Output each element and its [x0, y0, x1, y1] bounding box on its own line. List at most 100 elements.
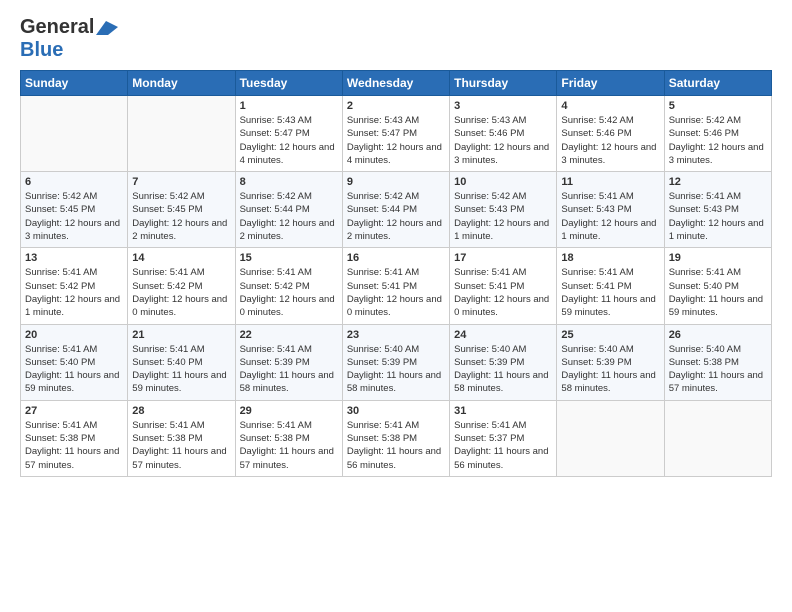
day-number: 18: [561, 252, 659, 264]
calendar-cell: 10 Sunrise: 5:42 AM Sunset: 5:43 PM Dayli…: [450, 172, 557, 248]
day-info: Sunrise: 5:41 AM Sunset: 5:38 PM Dayligh…: [347, 419, 445, 472]
calendar-cell: 1Sunrise: 5:43 AM Sunset: 5:47 PM Daylig…: [235, 96, 342, 172]
calendar-cell: 13Sunrise: 5:41 AM Sunset: 5:42 PM Dayli…: [21, 248, 128, 324]
day-number: 7: [132, 176, 230, 188]
page-header: General Blue: [20, 16, 772, 62]
day-info: Sunrise: 5:42 AM Sunset: 5:43 PM Dayligh…: [454, 190, 552, 243]
day-info: Sunrise: 5:40 AM Sunset: 5:38 PM Dayligh…: [669, 343, 767, 396]
calendar-cell: 11Sunrise: 5:41 AM Sunset: 5:43 PM Dayli…: [557, 172, 664, 248]
calendar-cell: 2 Sunrise: 5:43 AM Sunset: 5:47 PM Daylig…: [342, 96, 449, 172]
calendar-cell: 15Sunrise: 5:41 AM Sunset: 5:42 PM Dayli…: [235, 248, 342, 324]
day-info: Sunrise: 5:43 AM Sunset: 5:46 PM Dayligh…: [454, 114, 552, 167]
day-header-wednesday: Wednesday: [342, 71, 449, 96]
calendar-cell: 9 Sunrise: 5:42 AM Sunset: 5:44 PM Daylig…: [342, 172, 449, 248]
day-info: Sunrise: 5:41 AM Sunset: 5:42 PM Dayligh…: [240, 266, 338, 319]
day-number: 14: [132, 252, 230, 264]
day-header-sunday: Sunday: [21, 71, 128, 96]
day-header-thursday: Thursday: [450, 71, 557, 96]
day-number: 30: [347, 405, 445, 417]
day-info: Sunrise: 5:41 AM Sunset: 5:42 PM Dayligh…: [132, 266, 230, 319]
day-info: Sunrise: 5:41 AM Sunset: 5:42 PM Dayligh…: [25, 266, 123, 319]
calendar-cell: 22Sunrise: 5:41 AM Sunset: 5:39 PM Dayli…: [235, 324, 342, 400]
calendar-cell: 19 Sunrise: 5:41 AM Sunset: 5:40 PM Dayli…: [664, 248, 771, 324]
day-info: Sunrise: 5:41 AM Sunset: 5:43 PM Dayligh…: [669, 190, 767, 243]
day-number: 24: [454, 329, 552, 341]
day-number: 9: [347, 176, 445, 188]
calendar-cell: 26Sunrise: 5:40 AM Sunset: 5:38 PM Dayli…: [664, 324, 771, 400]
day-number: 23: [347, 329, 445, 341]
day-number: 11: [561, 176, 659, 188]
day-number: 4: [561, 100, 659, 112]
calendar-cell: 7 Sunrise: 5:42 AM Sunset: 5:45 PM Daylig…: [128, 172, 235, 248]
day-number: 21: [132, 329, 230, 341]
day-info: Sunrise: 5:40 AM Sunset: 5:39 PM Dayligh…: [454, 343, 552, 396]
day-number: 17: [454, 252, 552, 264]
calendar-week-5: 27 Sunrise: 5:41 AM Sunset: 5:38 PM Dayli…: [21, 400, 772, 476]
day-info: Sunrise: 5:42 AM Sunset: 5:46 PM Dayligh…: [561, 114, 659, 167]
calendar-cell: 8 Sunrise: 5:42 AM Sunset: 5:44 PM Daylig…: [235, 172, 342, 248]
calendar-cell: [557, 400, 664, 476]
calendar-cell: 30 Sunrise: 5:41 AM Sunset: 5:38 PM Dayli…: [342, 400, 449, 476]
day-header-tuesday: Tuesday: [235, 71, 342, 96]
day-info: Sunrise: 5:41 AM Sunset: 5:41 PM Dayligh…: [347, 266, 445, 319]
calendar-cell: 23 Sunrise: 5:40 AM Sunset: 5:39 PM Dayli…: [342, 324, 449, 400]
calendar-week-4: 20 Sunrise: 5:41 AM Sunset: 5:40 PM Dayli…: [21, 324, 772, 400]
day-info: Sunrise: 5:42 AM Sunset: 5:44 PM Dayligh…: [347, 190, 445, 243]
day-info: Sunrise: 5:41 AM Sunset: 5:40 PM Dayligh…: [25, 343, 123, 396]
day-info: Sunrise: 5:43 AM Sunset: 5:47 PM Dayligh…: [347, 114, 445, 167]
day-info: Sunrise: 5:41 AM Sunset: 5:38 PM Dayligh…: [25, 419, 123, 472]
day-header-friday: Friday: [557, 71, 664, 96]
calendar-cell: 18 Sunrise: 5:41 AM Sunset: 5:41 PM Dayli…: [557, 248, 664, 324]
day-number: 2: [347, 100, 445, 112]
calendar-cell: [21, 96, 128, 172]
day-info: Sunrise: 5:43 AM Sunset: 5:47 PM Dayligh…: [240, 114, 338, 167]
day-info: Sunrise: 5:41 AM Sunset: 5:38 PM Dayligh…: [240, 419, 338, 472]
logo-blue: Blue: [20, 39, 63, 61]
day-header-monday: Monday: [128, 71, 235, 96]
day-info: Sunrise: 5:42 AM Sunset: 5:45 PM Dayligh…: [25, 190, 123, 243]
calendar-week-3: 13Sunrise: 5:41 AM Sunset: 5:42 PM Dayli…: [21, 248, 772, 324]
calendar-cell: [664, 400, 771, 476]
day-info: Sunrise: 5:41 AM Sunset: 5:38 PM Dayligh…: [132, 419, 230, 472]
day-number: 5: [669, 100, 767, 112]
calendar-week-1: 1Sunrise: 5:43 AM Sunset: 5:47 PM Daylig…: [21, 96, 772, 172]
day-number: 16: [347, 252, 445, 264]
calendar-cell: 25Sunrise: 5:40 AM Sunset: 5:39 PM Dayli…: [557, 324, 664, 400]
day-number: 31: [454, 405, 552, 417]
day-info: Sunrise: 5:42 AM Sunset: 5:45 PM Dayligh…: [132, 190, 230, 243]
calendar-cell: 31 Sunrise: 5:41 AM Sunset: 5:37 PM Dayli…: [450, 400, 557, 476]
day-number: 10: [454, 176, 552, 188]
day-number: 8: [240, 176, 338, 188]
day-number: 19: [669, 252, 767, 264]
day-number: 29: [240, 405, 338, 417]
day-number: 3: [454, 100, 552, 112]
day-header-saturday: Saturday: [664, 71, 771, 96]
logo-bird-icon: [96, 21, 118, 35]
calendar-cell: 14 Sunrise: 5:41 AM Sunset: 5:42 PM Dayli…: [128, 248, 235, 324]
calendar-cell: 28Sunrise: 5:41 AM Sunset: 5:38 PM Dayli…: [128, 400, 235, 476]
calendar-cell: 27 Sunrise: 5:41 AM Sunset: 5:38 PM Dayli…: [21, 400, 128, 476]
day-info: Sunrise: 5:41 AM Sunset: 5:40 PM Dayligh…: [669, 266, 767, 319]
calendar-cell: 12Sunrise: 5:41 AM Sunset: 5:43 PM Dayli…: [664, 172, 771, 248]
day-number: 20: [25, 329, 123, 341]
day-number: 22: [240, 329, 338, 341]
day-info: Sunrise: 5:41 AM Sunset: 5:37 PM Dayligh…: [454, 419, 552, 472]
day-info: Sunrise: 5:42 AM Sunset: 5:44 PM Dayligh…: [240, 190, 338, 243]
day-number: 6: [25, 176, 123, 188]
calendar-cell: 3 Sunrise: 5:43 AM Sunset: 5:46 PM Daylig…: [450, 96, 557, 172]
day-number: 27: [25, 405, 123, 417]
calendar-table: SundayMondayTuesdayWednesdayThursdayFrid…: [20, 70, 772, 477]
calendar-cell: 6 Sunrise: 5:42 AM Sunset: 5:45 PM Daylig…: [21, 172, 128, 248]
day-info: Sunrise: 5:40 AM Sunset: 5:39 PM Dayligh…: [347, 343, 445, 396]
calendar-cell: 4 Sunrise: 5:42 AM Sunset: 5:46 PM Daylig…: [557, 96, 664, 172]
calendar-cell: 20 Sunrise: 5:41 AM Sunset: 5:40 PM Dayli…: [21, 324, 128, 400]
logo-general: General: [20, 16, 94, 39]
day-info: Sunrise: 5:41 AM Sunset: 5:40 PM Dayligh…: [132, 343, 230, 396]
calendar-week-2: 6 Sunrise: 5:42 AM Sunset: 5:45 PM Daylig…: [21, 172, 772, 248]
calendar-cell: 17 Sunrise: 5:41 AM Sunset: 5:41 PM Dayli…: [450, 248, 557, 324]
calendar-cell: [128, 96, 235, 172]
day-info: Sunrise: 5:41 AM Sunset: 5:41 PM Dayligh…: [561, 266, 659, 319]
day-number: 25: [561, 329, 659, 341]
day-info: Sunrise: 5:41 AM Sunset: 5:41 PM Dayligh…: [454, 266, 552, 319]
logo: General Blue: [20, 16, 118, 62]
